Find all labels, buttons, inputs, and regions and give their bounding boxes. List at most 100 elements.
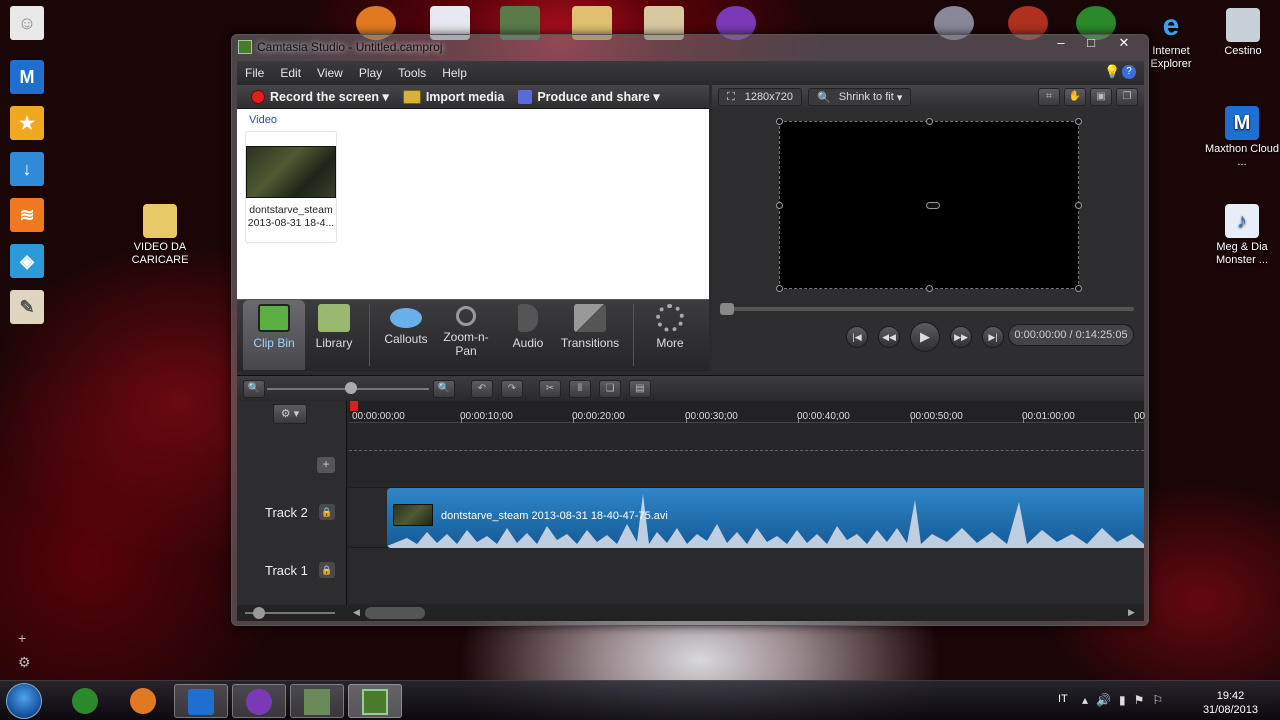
- taskbar-app-2[interactable]: [116, 684, 170, 718]
- split-icon[interactable]: ⫴: [569, 380, 591, 398]
- desktop-mp3-file[interactable]: ♪ Meg & Dia Monster ...: [1202, 204, 1280, 267]
- tab-clip-bin[interactable]: Clip Bin: [243, 300, 305, 370]
- gadget-smiley[interactable]: ☺: [10, 6, 44, 40]
- maximize-button[interactable]: □: [1076, 35, 1106, 53]
- window-titlebar[interactable]: Camtasia Studio - Untitled.camproj – □ ✕: [232, 35, 1148, 59]
- redo-icon[interactable]: ↷: [501, 380, 523, 398]
- action-center-flag-icon[interactable]: ⚐: [1152, 693, 1163, 707]
- network-icon[interactable]: ▮: [1119, 693, 1126, 707]
- timeline-clip[interactable]: dontstarve_steam 2013-08-31 18-40-47-75.…: [387, 488, 1144, 548]
- system-clock[interactable]: 19:42 31/08/2013: [1203, 689, 1258, 717]
- next-clip-button[interactable]: ▶|: [982, 326, 1004, 348]
- copy-icon[interactable]: ❏: [599, 380, 621, 398]
- menu-edit[interactable]: Edit: [280, 66, 301, 80]
- taskbar-camtasia[interactable]: [348, 684, 402, 718]
- music-file-icon: ♪: [1225, 204, 1259, 238]
- tab-more[interactable]: More: [639, 300, 701, 370]
- scroll-left-icon[interactable]: ◀: [353, 607, 365, 619]
- menu-help[interactable]: Help: [442, 66, 467, 80]
- resize-handle[interactable]: [926, 118, 933, 125]
- resize-handle[interactable]: [776, 285, 783, 292]
- fullscreen-icon[interactable]: ▣: [1090, 88, 1112, 106]
- tab-audio[interactable]: Audio: [497, 300, 559, 370]
- ruler-label: 00: [1134, 411, 1146, 422]
- resize-handle[interactable]: [776, 202, 783, 209]
- rewind-button[interactable]: ◀◀: [878, 326, 900, 348]
- close-button[interactable]: ✕: [1106, 35, 1142, 53]
- menu-view[interactable]: View: [317, 66, 343, 80]
- preview-canvas[interactable]: [776, 118, 1082, 292]
- tab-library[interactable]: Library: [303, 300, 365, 370]
- taskbar-maxthon[interactable]: [174, 684, 228, 718]
- notepad-icon[interactable]: ✎: [10, 290, 44, 324]
- clip-name-line2: 2013-08-31 18-4...: [247, 217, 335, 229]
- settings-gear-icon[interactable]: ⚙: [18, 654, 31, 671]
- resize-handle[interactable]: [1075, 202, 1082, 209]
- rotate-handle[interactable]: [926, 202, 940, 209]
- fast-forward-button[interactable]: ▶▶: [950, 326, 972, 348]
- tab-transitions[interactable]: Transitions: [557, 300, 623, 370]
- scroll-right-icon[interactable]: ▶: [1128, 607, 1140, 619]
- preview-panel: ⛶ 1280x720 🔍 Shrink to fit ▾ ⌗ ✋ ▣ ❐ |◀ …: [712, 85, 1144, 371]
- produce-share-button[interactable]: Produce and share ▾: [518, 89, 660, 104]
- add-track-button[interactable]: +: [317, 457, 335, 473]
- track-2-lock-icon[interactable]: 🔒: [319, 504, 335, 520]
- track-1-lock-icon[interactable]: 🔒: [319, 562, 335, 578]
- tip-bulb-icon[interactable]: 💡: [1104, 65, 1120, 79]
- zoom-in-icon[interactable]: 🔍: [433, 380, 455, 398]
- resize-handle[interactable]: [1075, 118, 1082, 125]
- menu-play[interactable]: Play: [359, 66, 382, 80]
- time-ruler[interactable]: 00:00:00;00 00:00:10;00 00:00:20;00 00:0…: [349, 401, 1146, 423]
- taskbar-app-4[interactable]: [232, 684, 286, 718]
- rss-feed-icon[interactable]: ≋: [10, 198, 44, 232]
- track-height-knob[interactable]: [253, 607, 265, 619]
- track-1-row[interactable]: [349, 547, 1144, 603]
- desktop-folder-video[interactable]: VIDEO DA CARICARE: [120, 204, 200, 267]
- pan-hand-icon[interactable]: ✋: [1064, 88, 1086, 106]
- start-button[interactable]: [6, 683, 42, 719]
- cut-icon[interactable]: ✂: [539, 380, 561, 398]
- preview-scrubber-knob[interactable]: [720, 303, 734, 315]
- tab-zoom-n-pan[interactable]: Zoom-n-Pan: [435, 300, 497, 370]
- preview-scrubber-track[interactable]: [722, 307, 1134, 311]
- maxthon-gadget-icon[interactable]: M: [10, 60, 44, 94]
- clock-time: 19:42: [1216, 690, 1245, 702]
- add-gadget-icon[interactable]: +: [18, 630, 26, 646]
- tray-app-icon[interactable]: ⚑: [1134, 693, 1145, 707]
- favorites-star-icon[interactable]: ★: [10, 106, 44, 140]
- paste-icon[interactable]: ▤: [629, 380, 651, 398]
- canvas-size-dropdown[interactable]: ⛶ 1280x720: [718, 88, 803, 106]
- timeline-scrollbar-thumb[interactable]: [365, 607, 425, 619]
- resize-handle[interactable]: [1075, 285, 1082, 292]
- resize-handle[interactable]: [926, 285, 933, 292]
- menu-file[interactable]: File: [245, 66, 264, 80]
- crop-icon[interactable]: ⌗: [1038, 88, 1060, 106]
- ruler-label: 00:00:00;00: [352, 411, 405, 422]
- resize-handle[interactable]: [776, 118, 783, 125]
- previous-clip-button[interactable]: |◀: [846, 326, 868, 348]
- detach-icon[interactable]: ❐: [1116, 88, 1138, 106]
- tab-callouts[interactable]: Callouts: [375, 300, 437, 370]
- download-arrow-icon[interactable]: ↓: [10, 152, 44, 186]
- clip-bin-item[interactable]: dontstarve_steam 2013-08-31 18-4...: [245, 131, 337, 243]
- taskbar-app-5[interactable]: [290, 684, 344, 718]
- taskbar-app-1[interactable]: [58, 684, 112, 718]
- minimize-button[interactable]: –: [1046, 35, 1076, 53]
- timeline-settings-gear-icon[interactable]: ⚙ ▾: [273, 404, 307, 424]
- volume-icon[interactable]: 🔊: [1096, 693, 1111, 707]
- show-hidden-icons-icon[interactable]: ▴: [1082, 693, 1088, 707]
- share-tag-icon[interactable]: ◈: [10, 244, 44, 278]
- zoom-slider-knob[interactable]: [345, 382, 357, 394]
- language-indicator[interactable]: IT: [1058, 693, 1068, 705]
- play-button[interactable]: ▶: [910, 322, 940, 352]
- help-icon[interactable]: ?: [1122, 65, 1136, 79]
- desktop-recycle-bin[interactable]: Cestino: [1203, 8, 1280, 58]
- record-screen-button[interactable]: Record the screen ▾: [251, 89, 389, 104]
- undo-icon[interactable]: ↶: [471, 380, 493, 398]
- desktop-maxthon-cloud[interactable]: M Maxthon Cloud ...: [1202, 106, 1280, 169]
- import-media-button[interactable]: Import media: [402, 89, 504, 104]
- zoom-out-icon[interactable]: 🔍: [243, 380, 265, 398]
- zoom-dropdown[interactable]: 🔍 Shrink to fit ▾: [808, 88, 912, 106]
- menu-tools[interactable]: Tools: [398, 66, 426, 80]
- playhead[interactable]: [350, 401, 358, 411]
